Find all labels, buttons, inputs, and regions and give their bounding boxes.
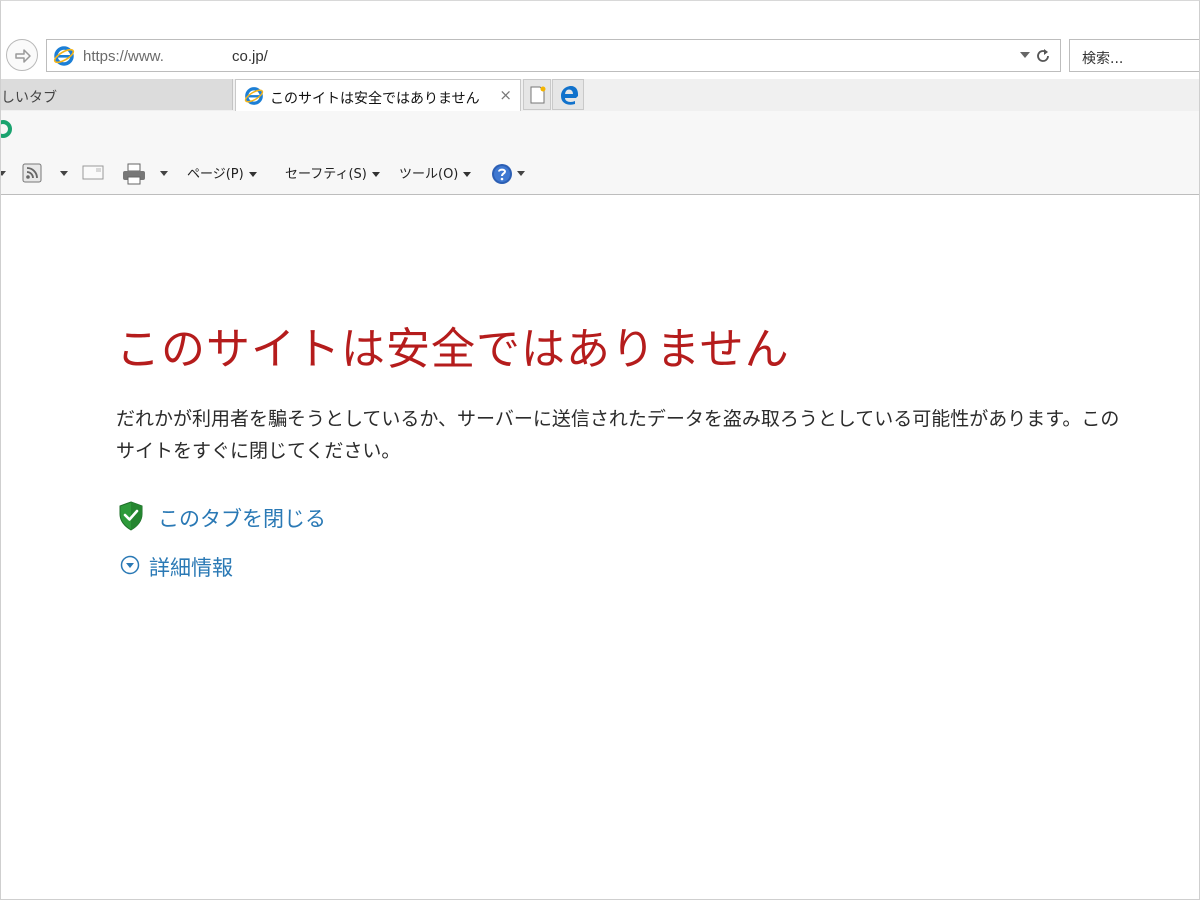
safety-menu[interactable]: セーフティ(S) <box>285 163 380 182</box>
printer-icon[interactable] <box>122 163 146 185</box>
tab-strip: しいタブ このサイトは安全ではありません × <box>1 79 1199 111</box>
address-dropdown-icon[interactable] <box>1020 52 1030 58</box>
mail-icon[interactable] <box>82 163 104 181</box>
safety-menu-dropdown-icon <box>371 172 380 177</box>
tools-menu-label: ツール(O) <box>399 167 459 182</box>
tab-close-icon[interactable]: × <box>499 86 512 104</box>
ie-logo-icon <box>244 87 264 105</box>
add-on-icon[interactable] <box>0 119 13 139</box>
edge-logo-icon <box>561 86 578 105</box>
command-bar: ページ(P) セーフティ(S) ツール(O) <box>1 151 1199 195</box>
open-in-edge-button[interactable] <box>552 79 584 110</box>
tab-current[interactable]: このサイトは安全ではありません × <box>235 79 521 111</box>
address-bar[interactable]: https://www. co.jp/ <box>46 39 1061 72</box>
shield-check-icon <box>119 501 143 531</box>
help-icon[interactable] <box>491 163 513 185</box>
page-title: このサイトは安全ではありません <box>116 324 790 375</box>
tab-new-tab[interactable]: しいタブ <box>1 79 233 110</box>
new-tab-icon <box>530 86 546 104</box>
new-tab-button[interactable] <box>523 79 551 110</box>
tab-label: このサイトは安全ではありません <box>270 91 480 107</box>
page-menu-label: ページ(P) <box>187 167 244 182</box>
tools-menu-dropdown-icon <box>463 172 472 177</box>
ie-logo-icon <box>53 46 75 66</box>
close-tab-link[interactable]: このタブを閉じる <box>158 503 326 533</box>
forward-arrow-icon <box>15 49 31 63</box>
tools-menu[interactable]: ツール(O) <box>399 163 472 182</box>
more-info-link[interactable]: 詳細情報 <box>149 552 233 582</box>
forward-button[interactable] <box>6 39 38 71</box>
tab-label: しいタブ <box>1 90 57 106</box>
url-text-prefix: https://www. <box>83 48 164 65</box>
url-text-domain: co.jp/ <box>232 48 268 65</box>
feeds-dropdown-icon[interactable] <box>60 171 68 176</box>
safety-menu-label: セーフティ(S) <box>285 167 367 182</box>
page-menu[interactable]: ページ(P) <box>187 163 257 182</box>
print-dropdown-icon[interactable] <box>160 171 168 176</box>
help-dropdown-icon[interactable] <box>517 171 525 176</box>
favorites-bar <box>0 111 1199 151</box>
browser-window: https://www. co.jp/ 検索... しいタブ このサイトは安全で… <box>0 0 1200 900</box>
rss-feed-icon[interactable] <box>22 163 42 183</box>
chevron-down-circle-icon <box>120 555 140 575</box>
search-placeholder: 検索... <box>1082 51 1124 67</box>
warning-message: だれかが利用者を騙そうとしているか、サーバーに送信されたデータを盗み取ろうとして… <box>116 408 1120 462</box>
refresh-icon[interactable] <box>1034 47 1052 65</box>
home-dropdown-icon[interactable] <box>1 171 6 176</box>
search-input[interactable]: 検索... <box>1069 39 1199 72</box>
page-menu-dropdown-icon <box>248 172 257 177</box>
